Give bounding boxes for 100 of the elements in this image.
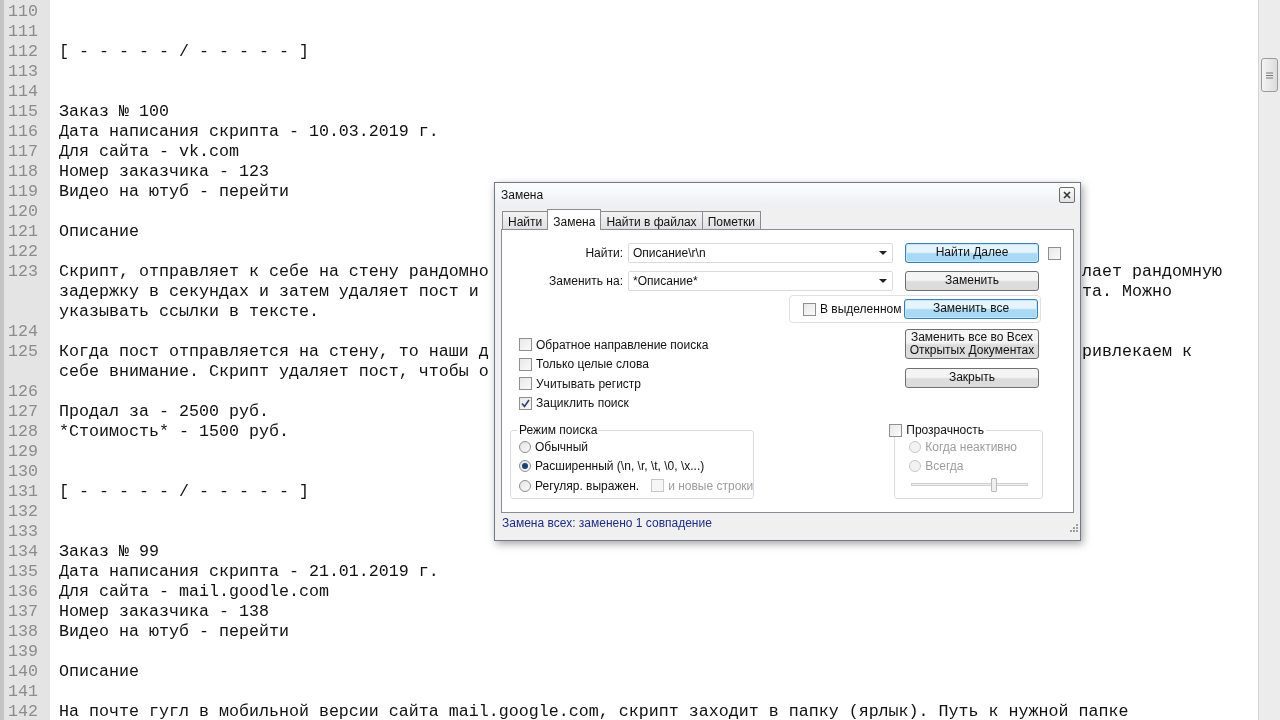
line-number: 113 [7,62,39,82]
line-number: 112 [7,42,39,62]
line-number: 137 [7,602,39,622]
text-line: Когда пост отправляется на стену, то наши д [59,342,489,362]
text-line: себе внимание. Скрипт удаляет пост, чтобы о [59,362,489,382]
radio-label: Регуляр. выражен. [535,478,640,493]
checkbox-label: и новые строки [668,478,754,493]
line-number: 115 [7,102,39,122]
combo-field[interactable]: *Описание* [628,271,893,291]
checkbox[interactable] [1048,246,1061,260]
text-line: Дата написания скрипта - 10.03.2019 г. [59,122,439,142]
checkbox[interactable] [519,338,532,352]
text-line: [ - - - - - / - - - - - ] [59,482,309,502]
status-text: Замена всех: заменено 1 совпадение [502,516,712,530]
text-line: Описание [59,222,139,242]
text-line: Для сайта - vk.com [59,142,239,162]
scrollbar-thumb[interactable] [1261,58,1278,92]
checkbox-label: Учитывать регистр [536,376,642,391]
checkbox-label: Зациклить поиск [536,396,629,411]
line-number: 111 [7,22,39,42]
dropdown-arrow-icon [879,279,887,283]
line-number: 131 [7,482,39,502]
text-line: Продал за - 2500 руб. [59,402,269,422]
checkbox[interactable] [519,377,532,391]
checkbox-label: Прозрачность [906,423,984,437]
tab[interactable]: Найти в файлах [600,211,703,229]
slider[interactable] [909,478,1031,492]
line-number: 126 [7,382,39,402]
line-number: 120 [7,202,39,222]
text-line: та. Можно [1082,282,1172,302]
line-number: 136 [7,582,39,602]
line-number: 119 [7,182,39,202]
dropdown-arrow-icon [879,251,887,255]
line-number: 110 [7,2,39,22]
text-line: задержку в секундах и затем удаляет пост и [59,282,479,302]
close-button[interactable] [1059,187,1075,203]
field-label: Заменить на: [549,274,624,288]
dialog-button[interactable]: Заменить все [904,299,1038,319]
checkbox[interactable] [889,423,903,437]
close-icon [1063,191,1071,199]
line-number: 127 [7,402,39,422]
text-line: Номер заказчика - 123 [59,162,269,182]
line-number: 122 [7,242,39,262]
text-line: [ - - - - - / - - - - - ] [59,42,309,62]
line-number: 129 [7,442,39,462]
text-line: указывать ссылки в тексте. [59,302,319,322]
radio-button[interactable] [519,479,531,492]
line-number: 130 [7,462,39,482]
text-line: Заказ № 99 [59,542,159,562]
checkbox[interactable] [803,302,816,316]
line-number: 118 [7,162,39,182]
line-number: 135 [7,562,39,582]
radio-button[interactable] [519,440,531,453]
line-number: 114 [7,82,39,102]
radio-label: Расширенный (\n, \r, \t, \0, \x...) [535,459,705,474]
checkbox[interactable] [519,396,532,410]
radio-button[interactable] [519,460,531,473]
checkbox-label: В выделенном [820,302,902,316]
checkbox-label: Обратное направление поиска [536,337,709,352]
line-number: 116 [7,122,39,142]
group-title: Режим поиска [518,423,599,437]
text-line: Для сайта - mail.goodle.com [59,582,329,602]
text-line: Описание [59,662,139,682]
line-number: 124 [7,322,39,342]
line-number: 142 [7,702,39,720]
line-number: 138 [7,622,39,642]
text-line: На почте гугл в мобильной версии сайта mail.google.com, скрипт заходит в папку (ярлык). Путь к нужной папке [59,702,1129,720]
text-line: Скрипт, отправляет к себе на стену рандомно [59,262,489,282]
text-line: Заказ № 100 [59,102,169,122]
combo-field[interactable]: Описание\r\n [628,243,893,263]
scrollbar[interactable] [1258,0,1280,720]
tab[interactable]: Найти [502,211,549,229]
radio-label: Всегда [925,459,964,474]
resize-grip-icon[interactable] [1069,522,1078,532]
line-number: 139 [7,642,39,662]
text-line: *Стоимость* - 1500 руб. [59,422,289,442]
line-number: 121 [7,222,39,242]
line-number: 123 [7,262,39,282]
line-number: 117 [7,142,39,162]
dialog-button[interactable]: Найти Далее [905,243,1039,263]
text-line: Номер заказчика - 138 [59,602,269,622]
line-number: 132 [7,502,39,522]
line-number: 133 [7,522,39,542]
tab[interactable]: Пометки [701,211,761,229]
text-line: Дата написания скрипта - 21.01.2019 г. [59,562,439,582]
line-number: 140 [7,662,39,682]
line-number: 134 [7,542,39,562]
dialog-button[interactable]: Закрыть [905,368,1039,388]
line-number: 128 [7,422,39,442]
tab[interactable]: Замена [547,209,602,230]
window-title: Замена [501,188,544,202]
dialog-button[interactable]: Заменить все во Всех Открытых Документах [905,329,1039,359]
text-line: лает рандомную [1082,262,1222,282]
text-line: Видео на ютуб - перейти [59,622,289,642]
field-label: Найти: [585,246,624,260]
line-number: 141 [7,682,39,702]
dialog-button[interactable]: Заменить [905,271,1039,291]
radio-label: Обычный [535,439,589,454]
checkbox[interactable] [519,357,532,371]
text-line: Видео на ютуб - перейти [59,182,289,202]
